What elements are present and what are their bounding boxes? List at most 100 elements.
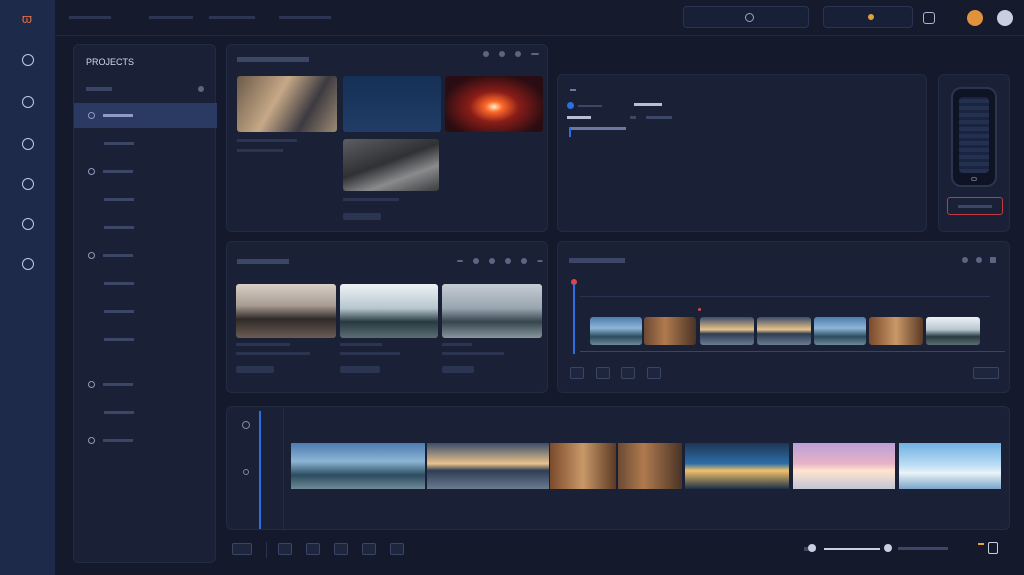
- timeline-frame-1[interactable]: [590, 317, 642, 345]
- sidebar-item[interactable]: [74, 372, 217, 397]
- sort-icon[interactable]: [499, 51, 505, 57]
- rail-item-edit[interactable]: [2, 168, 53, 202]
- clips-tool-2[interactable]: [473, 258, 479, 264]
- timeline-frame-7[interactable]: [926, 317, 980, 345]
- clip-thumb-3[interactable]: [442, 284, 542, 338]
- sidebar-item[interactable]: [74, 271, 217, 296]
- settings-icon[interactable]: [923, 12, 935, 24]
- filter-icon[interactable]: [515, 51, 521, 57]
- timeline-frame-2[interactable]: [644, 317, 696, 345]
- rail-item-home[interactable]: [2, 44, 53, 78]
- sidebar-item[interactable]: [74, 131, 217, 156]
- track-video-icon[interactable]: [243, 469, 249, 475]
- user-avatar[interactable]: [997, 10, 1013, 26]
- sidebar-item[interactable]: [74, 428, 217, 453]
- clips-tool-5[interactable]: [521, 258, 527, 264]
- media-caption-2: [237, 149, 283, 152]
- rail-item-library[interactable]: [2, 86, 53, 120]
- playhead-line[interactable]: [573, 284, 575, 354]
- avatar[interactable]: [967, 10, 983, 26]
- timeline-frame-4[interactable]: [757, 317, 811, 345]
- collapse-icon[interactable]: [198, 86, 204, 92]
- project-sidebar: PROJECTS: [73, 44, 217, 563]
- timeline-btn-1[interactable]: [570, 367, 584, 379]
- menu-item-tools[interactable]: [279, 16, 331, 19]
- timeline-export-btn[interactable]: [973, 367, 999, 379]
- timeline-delete-icon[interactable]: [990, 257, 996, 263]
- timeline-btn-4[interactable]: [647, 367, 661, 379]
- export-icon: [21, 257, 34, 270]
- delete-button[interactable]: [390, 543, 404, 555]
- main-clip-2[interactable]: [427, 443, 549, 489]
- sidebar-item[interactable]: [74, 299, 217, 324]
- more-icon[interactable]: [531, 53, 539, 55]
- rail-item-effects[interactable]: [2, 208, 53, 242]
- media-thumb-2[interactable]: [343, 76, 441, 132]
- clips-more-icon[interactable]: [537, 260, 543, 262]
- sidebar-item[interactable]: [74, 215, 217, 240]
- sidebar-item[interactable]: [74, 243, 217, 268]
- sidebar-item[interactable]: [74, 327, 217, 352]
- menu-item-view[interactable]: [209, 16, 255, 19]
- folder-button[interactable]: [232, 543, 252, 555]
- timeline-zoom-icon[interactable]: [962, 257, 968, 263]
- rail-item-media[interactable]: [2, 128, 53, 162]
- media-thumb-4[interactable]: [343, 139, 439, 191]
- search-icon: [744, 12, 754, 22]
- clips-tool-4[interactable]: [505, 258, 511, 264]
- clip-tag-2: [340, 366, 380, 373]
- sidebar-item-icon: [88, 252, 95, 259]
- clip-thumb-1[interactable]: [236, 284, 336, 338]
- clip-tag-3: [442, 366, 474, 373]
- sidebar-item[interactable]: [74, 400, 217, 425]
- timeline-frame-6[interactable]: [869, 317, 923, 345]
- media-thumb-3[interactable]: [445, 76, 543, 132]
- timeline-preview-panel: [557, 241, 1010, 393]
- timeline-btn-2[interactable]: [596, 367, 610, 379]
- track-audio-icon[interactable]: [242, 421, 250, 429]
- zoom-slider-thumb[interactable]: [884, 544, 892, 552]
- main-clip-1[interactable]: [291, 443, 425, 489]
- rail-item-export[interactable]: [2, 248, 53, 282]
- search-button[interactable]: [683, 6, 809, 28]
- timeline-settings-icon[interactable]: [976, 257, 982, 263]
- sidebar-item[interactable]: [74, 159, 217, 184]
- fullscreen-icon[interactable]: [988, 542, 998, 554]
- clip-thumb-2[interactable]: [340, 284, 438, 338]
- alert-icon[interactable]: [978, 543, 984, 545]
- split-button[interactable]: [334, 543, 348, 555]
- timeline-frame-3[interactable]: [700, 317, 754, 345]
- main-playhead[interactable]: [259, 411, 261, 529]
- main-clip-3[interactable]: [550, 443, 616, 489]
- zoom-level-label: [898, 547, 948, 550]
- clips-tool-1[interactable]: [457, 260, 463, 262]
- timeline-btn-3[interactable]: [621, 367, 635, 379]
- main-clip-5[interactable]: [685, 443, 789, 489]
- property-marker: [569, 127, 571, 137]
- clips-panel: [226, 241, 548, 393]
- sidebar-item[interactable]: [74, 187, 217, 212]
- menu-item-file[interactable]: [69, 16, 139, 19]
- track-header-divider: [283, 407, 284, 531]
- timeline-marker[interactable]: [698, 308, 701, 311]
- notification-icon: [868, 14, 874, 20]
- clips-tool-3[interactable]: [489, 258, 495, 264]
- media-thumb-1[interactable]: [237, 76, 337, 132]
- property-value-2: [646, 116, 672, 119]
- effects-icon: [21, 217, 34, 230]
- menu-item-edit[interactable]: [149, 16, 193, 19]
- cut-button[interactable]: [278, 543, 292, 555]
- main-clip-7[interactable]: [899, 443, 1001, 489]
- zoom-slider-track[interactable]: [824, 548, 880, 550]
- copy-button[interactable]: [306, 543, 320, 555]
- sidebar-item[interactable]: [74, 103, 217, 128]
- device-action-button[interactable]: [947, 197, 1003, 215]
- timeline-frame-5[interactable]: [814, 317, 866, 345]
- zoom-out-icon[interactable]: [808, 544, 816, 552]
- profile-button[interactable]: [823, 6, 913, 28]
- library-icon: [21, 95, 34, 108]
- view-icon[interactable]: [483, 51, 489, 57]
- trim-button[interactable]: [362, 543, 376, 555]
- main-clip-4[interactable]: [618, 443, 682, 489]
- main-clip-6[interactable]: [793, 443, 895, 489]
